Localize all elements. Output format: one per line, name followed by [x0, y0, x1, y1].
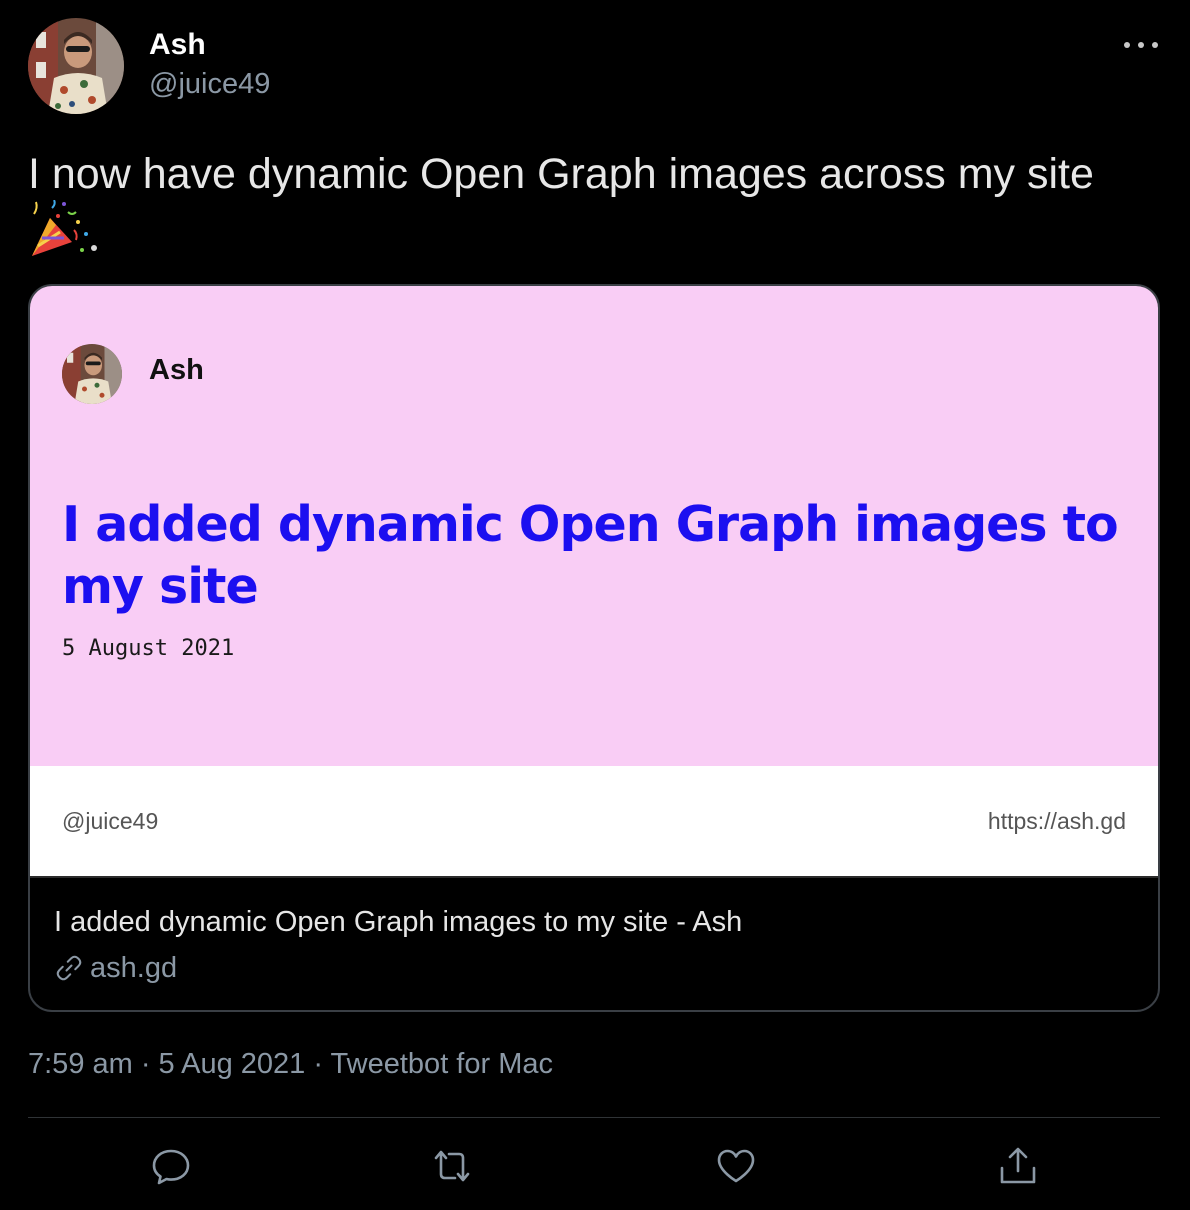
og-title: I added dynamic Open Graph images to my …	[62, 496, 1119, 615]
og-url: https://ash.gd	[987, 808, 1126, 834]
party-popper-emoji	[28, 199, 100, 260]
tweet-detail: Ash @juice49 I now have dynamic Open Gra…	[0, 0, 1190, 1210]
retweet-icon[interactable]	[430, 1144, 474, 1188]
author-avatar[interactable]	[28, 18, 124, 114]
author-display-name[interactable]: Ash	[149, 28, 206, 62]
dot	[1152, 42, 1158, 48]
og-image: Ash I added dynamic Open Graph images to…	[30, 286, 1158, 878]
link-preview-card[interactable]: Ash I added dynamic Open Graph images to…	[28, 284, 1160, 1012]
more-options-icon[interactable]	[1124, 38, 1158, 52]
card-domain-text: ash.gd	[90, 951, 178, 984]
dot	[1138, 42, 1144, 48]
tweet-meta: 7:59 am · 5 Aug 2021 · Tweetbot for Mac	[28, 1048, 553, 1080]
like-icon[interactable]	[714, 1144, 758, 1188]
link-icon	[56, 955, 82, 981]
share-icon[interactable]	[996, 1144, 1040, 1188]
divider	[28, 1117, 1160, 1118]
author-handle[interactable]: @juice49	[149, 68, 270, 101]
tweet-text: I now have dynamic Open Graph images acr…	[28, 150, 1094, 198]
og-image-body: Ash I added dynamic Open Graph images to…	[30, 286, 1158, 766]
og-author-name: Ash	[149, 354, 204, 386]
og-date: 5 August 2021	[62, 636, 235, 661]
og-handle: @juice49	[62, 808, 159, 834]
card-title[interactable]: I added dynamic Open Graph images to my …	[54, 906, 742, 939]
card-domain[interactable]: ash.gd	[54, 952, 177, 984]
reply-icon[interactable]	[149, 1144, 193, 1188]
dot	[1124, 42, 1130, 48]
og-image-footer: @juice49 https://ash.gd	[30, 766, 1158, 878]
og-author-avatar	[62, 344, 122, 404]
avatar-photo	[28, 18, 124, 114]
